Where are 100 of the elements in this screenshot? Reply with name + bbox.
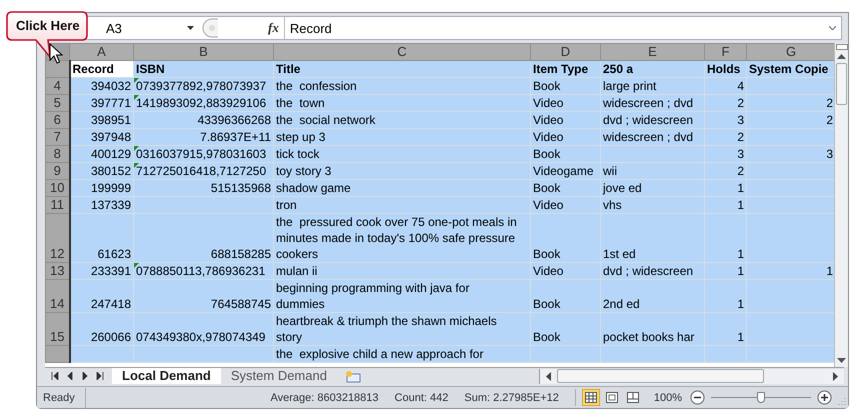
- table-cell: 2nd ed: [600, 280, 704, 312]
- scroll-down-icon[interactable]: [837, 358, 846, 363]
- table-cell: 2: [746, 94, 834, 112]
- row-header[interactable]: 5: [46, 94, 70, 112]
- zoom-in-icon[interactable]: [817, 390, 832, 406]
- sheet-tab[interactable]: System Demand: [220, 368, 337, 384]
- table-cell: 1: [704, 262, 746, 280]
- table-cell: Videogame: [530, 162, 600, 180]
- scroll-left-icon[interactable]: [546, 372, 551, 381]
- table-cell: mulan ii: [274, 262, 530, 280]
- column-header[interactable]: E: [600, 44, 704, 60]
- first-sheet-icon[interactable]: [51, 372, 59, 380]
- row-header[interactable]: 8: [46, 146, 70, 162]
- table-cell: 0316037915,978031603: [134, 146, 274, 162]
- table-cell: widescreen ; dvd: [600, 94, 704, 112]
- table-cell: widescreen ; dvd: [600, 128, 704, 146]
- scroll-thumb[interactable]: [556, 369, 764, 384]
- row-header[interactable]: 10: [46, 180, 70, 196]
- row-header[interactable]: 14: [46, 280, 70, 312]
- row-header[interactable]: 13: [46, 262, 70, 280]
- table-cell: 394032: [70, 78, 134, 94]
- table-cell: 260066: [70, 312, 134, 346]
- status-mode: Ready: [43, 388, 86, 408]
- row-header[interactable]: 15: [46, 312, 70, 346]
- table-cell: 7.86937E+11: [134, 128, 274, 146]
- table-cell: 2: [704, 94, 746, 112]
- zoom-out-icon[interactable]: [690, 390, 705, 406]
- table-cell: 137339: [70, 196, 134, 214]
- table-cell: 247418: [70, 280, 134, 312]
- sheet-tab[interactable]: Local Demand: [112, 368, 221, 384]
- row-header[interactable]: 12: [46, 214, 70, 262]
- expand-caret-icon[interactable]: [829, 26, 836, 30]
- table-cell: 3: [704, 112, 746, 128]
- table-cell: 1: [704, 214, 746, 262]
- row-header[interactable]: 4: [46, 78, 70, 94]
- table-cell: 0788850113,786936231: [134, 262, 274, 280]
- vertical-scrollbar[interactable]: [834, 43, 848, 367]
- table-cell: tick tock: [274, 146, 530, 162]
- table-cell: 764588745: [134, 280, 274, 312]
- table-cell: 4: [704, 78, 746, 94]
- row-header[interactable]: 11: [46, 196, 70, 214]
- table-cell: Book: [530, 214, 600, 262]
- table-cell: 688158285: [134, 214, 274, 262]
- table-cell: 1: [704, 312, 746, 346]
- column-header[interactable]: F: [704, 44, 746, 60]
- table-cell: jove ed: [600, 180, 704, 196]
- table-cell: 400129: [70, 146, 134, 162]
- resize-grip-icon[interactable]: [838, 396, 846, 405]
- next-sheet-icon[interactable]: [81, 372, 89, 380]
- table-cell: toy story 3: [274, 162, 530, 180]
- table-cell: the social network: [274, 112, 530, 128]
- table-cell: 43396366268: [134, 112, 274, 128]
- table-cell: Book: [530, 312, 600, 346]
- table-cell: dvd ; widescreen: [600, 262, 704, 280]
- column-title: Holds: [704, 60, 746, 78]
- table-cell: 61623: [70, 214, 134, 262]
- column-header[interactable]: D: [530, 44, 600, 60]
- last-sheet-icon[interactable]: [96, 372, 104, 380]
- insert-function-button[interactable]: fx: [218, 20, 284, 36]
- previous-sheet-icon[interactable]: [66, 372, 74, 380]
- row-header[interactable]: 9: [46, 162, 70, 180]
- table-cell: 074349380x,978074349: [134, 312, 274, 346]
- column-title: ISBN: [134, 60, 274, 78]
- sum-readout: Sum: 2.27985E+12: [464, 392, 559, 404]
- normal-view-button[interactable]: [582, 389, 600, 406]
- slider-thumb[interactable]: [757, 392, 765, 404]
- split-handle[interactable]: [836, 44, 848, 50]
- zoom-level[interactable]: 100%: [654, 392, 682, 404]
- table-cell: 397771: [70, 94, 134, 112]
- column-header[interactable]: C: [274, 44, 530, 60]
- column-title: Title: [274, 60, 530, 78]
- resize-grip-icon[interactable]: [202, 18, 218, 38]
- count-readout: Count: 442: [394, 392, 448, 404]
- column-title: Record: [70, 60, 134, 78]
- column-header[interactable]: A: [70, 44, 134, 60]
- table-cell: 2: [704, 128, 746, 146]
- column-header[interactable]: B: [134, 44, 274, 60]
- table-cell: 0739377892,978073937: [134, 78, 274, 94]
- table-cell: Video: [530, 112, 600, 128]
- table-cell: dvd ; widescreen: [600, 112, 704, 128]
- table-cell: wii: [600, 162, 704, 180]
- table-cell: the explosive child a new approach for: [274, 346, 530, 362]
- column-title: System Copie: [746, 60, 834, 78]
- row-header[interactable]: 7: [46, 128, 70, 146]
- table-cell: 515135968: [134, 180, 274, 196]
- dropdown-caret-icon[interactable]: [187, 26, 194, 30]
- table-cell: 1: [704, 196, 746, 214]
- table-cell: pocket books har: [600, 312, 704, 346]
- column-header[interactable]: G: [746, 44, 834, 60]
- table-cell: shadow game: [274, 180, 530, 196]
- row-header[interactable]: 6: [46, 112, 70, 128]
- scroll-thumb[interactable]: [836, 63, 847, 105]
- new-sheet-icon[interactable]: [344, 370, 361, 383]
- horizontal-scrollbar[interactable]: [538, 368, 844, 384]
- table-cell: 1st ed: [600, 214, 704, 262]
- table-cell: Video: [530, 94, 600, 112]
- scroll-right-icon[interactable]: [833, 372, 838, 381]
- scroll-up-icon[interactable]: [837, 54, 846, 59]
- table-cell: 3: [746, 146, 834, 162]
- table-cell: step up 3: [274, 128, 530, 146]
